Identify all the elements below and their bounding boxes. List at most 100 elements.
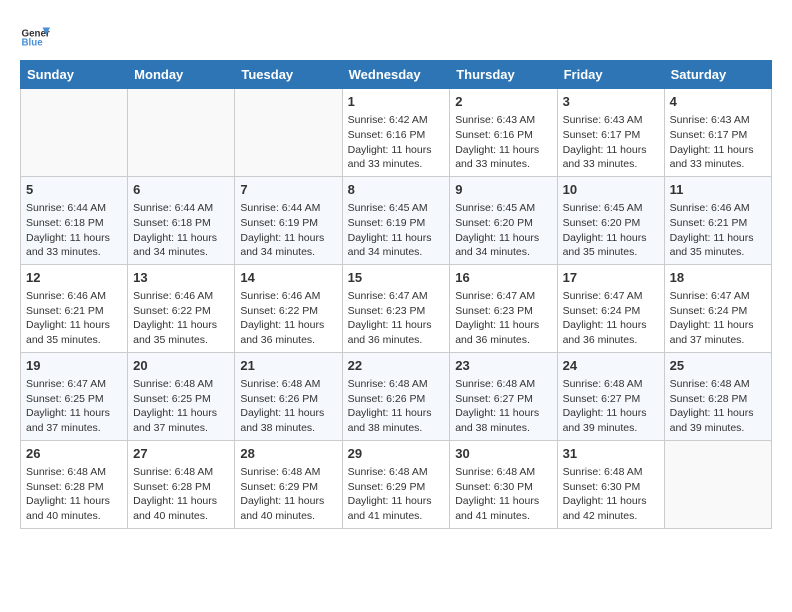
logo-icon: General Blue <box>20 20 50 50</box>
day-number: 19 <box>26 357 122 375</box>
day-info: Sunset: 6:19 PM <box>348 216 445 231</box>
day-number: 15 <box>348 269 445 287</box>
calendar-cell: 29Sunrise: 6:48 AMSunset: 6:29 PMDayligh… <box>342 440 450 528</box>
calendar-cell: 31Sunrise: 6:48 AMSunset: 6:30 PMDayligh… <box>557 440 664 528</box>
day-info: Sunrise: 6:48 AM <box>240 465 336 480</box>
day-number: 11 <box>670 181 766 199</box>
day-info: Sunset: 6:28 PM <box>670 392 766 407</box>
day-number: 25 <box>670 357 766 375</box>
day-number: 14 <box>240 269 336 287</box>
day-number: 18 <box>670 269 766 287</box>
calendar-week-row: 19Sunrise: 6:47 AMSunset: 6:25 PMDayligh… <box>21 352 772 440</box>
calendar-cell <box>128 89 235 177</box>
calendar-cell: 9Sunrise: 6:45 AMSunset: 6:20 PMDaylight… <box>450 176 557 264</box>
day-info: Daylight: 11 hours <box>670 231 766 246</box>
day-info: Sunrise: 6:47 AM <box>348 289 445 304</box>
day-info: Sunset: 6:25 PM <box>26 392 122 407</box>
day-number: 6 <box>133 181 229 199</box>
day-info: Daylight: 11 hours <box>133 406 229 421</box>
day-info: Sunset: 6:27 PM <box>563 392 659 407</box>
day-info: and 33 minutes. <box>348 157 445 172</box>
day-info: Daylight: 11 hours <box>670 318 766 333</box>
day-of-week-header: Sunday <box>21 61 128 89</box>
day-info: Daylight: 11 hours <box>240 494 336 509</box>
day-of-week-header: Tuesday <box>235 61 342 89</box>
day-info: Sunset: 6:24 PM <box>563 304 659 319</box>
day-number: 1 <box>348 93 445 111</box>
day-info: Sunset: 6:18 PM <box>26 216 122 231</box>
day-info: Sunset: 6:28 PM <box>26 480 122 495</box>
day-info: Daylight: 11 hours <box>670 406 766 421</box>
page-header: General Blue <box>20 20 772 50</box>
day-number: 24 <box>563 357 659 375</box>
day-info: and 34 minutes. <box>240 245 336 260</box>
day-info: and 39 minutes. <box>563 421 659 436</box>
day-info: Sunrise: 6:47 AM <box>563 289 659 304</box>
day-of-week-header: Wednesday <box>342 61 450 89</box>
day-info: Sunrise: 6:46 AM <box>670 201 766 216</box>
calendar-cell: 5Sunrise: 6:44 AMSunset: 6:18 PMDaylight… <box>21 176 128 264</box>
day-info: Daylight: 11 hours <box>133 231 229 246</box>
day-info: Sunset: 6:30 PM <box>563 480 659 495</box>
day-info: Daylight: 11 hours <box>26 231 122 246</box>
calendar-cell: 20Sunrise: 6:48 AMSunset: 6:25 PMDayligh… <box>128 352 235 440</box>
day-info: Sunrise: 6:48 AM <box>670 377 766 392</box>
day-info: Sunset: 6:23 PM <box>348 304 445 319</box>
day-info: Sunrise: 6:43 AM <box>455 113 551 128</box>
day-info: Sunset: 6:21 PM <box>26 304 122 319</box>
day-number: 31 <box>563 445 659 463</box>
day-number: 8 <box>348 181 445 199</box>
day-of-week-header: Saturday <box>664 61 771 89</box>
day-number: 22 <box>348 357 445 375</box>
day-info: and 41 minutes. <box>455 509 551 524</box>
day-info: Sunrise: 6:44 AM <box>240 201 336 216</box>
day-info: and 38 minutes. <box>240 421 336 436</box>
day-info: and 33 minutes. <box>26 245 122 260</box>
calendar-header-row: SundayMondayTuesdayWednesdayThursdayFrid… <box>21 61 772 89</box>
day-number: 9 <box>455 181 551 199</box>
day-info: Sunrise: 6:48 AM <box>348 465 445 480</box>
day-number: 4 <box>670 93 766 111</box>
day-number: 12 <box>26 269 122 287</box>
day-info: Sunrise: 6:46 AM <box>240 289 336 304</box>
day-info: and 35 minutes. <box>26 333 122 348</box>
calendar-cell: 21Sunrise: 6:48 AMSunset: 6:26 PMDayligh… <box>235 352 342 440</box>
logo: General Blue <box>20 20 56 50</box>
day-info: Daylight: 11 hours <box>133 494 229 509</box>
day-info: and 37 minutes. <box>670 333 766 348</box>
day-info: Sunset: 6:24 PM <box>670 304 766 319</box>
day-of-week-header: Monday <box>128 61 235 89</box>
day-info: and 34 minutes. <box>348 245 445 260</box>
day-info: Sunset: 6:22 PM <box>240 304 336 319</box>
day-info: Daylight: 11 hours <box>563 143 659 158</box>
day-info: Sunset: 6:26 PM <box>240 392 336 407</box>
day-info: Sunrise: 6:47 AM <box>455 289 551 304</box>
calendar-cell: 1Sunrise: 6:42 AMSunset: 6:16 PMDaylight… <box>342 89 450 177</box>
day-number: 10 <box>563 181 659 199</box>
day-info: Sunrise: 6:47 AM <box>670 289 766 304</box>
day-info: Sunrise: 6:48 AM <box>455 465 551 480</box>
day-info: and 40 minutes. <box>26 509 122 524</box>
calendar-cell: 26Sunrise: 6:48 AMSunset: 6:28 PMDayligh… <box>21 440 128 528</box>
day-number: 20 <box>133 357 229 375</box>
calendar-cell: 10Sunrise: 6:45 AMSunset: 6:20 PMDayligh… <box>557 176 664 264</box>
day-info: Sunset: 6:17 PM <box>670 128 766 143</box>
day-number: 3 <box>563 93 659 111</box>
day-info: Sunset: 6:29 PM <box>348 480 445 495</box>
day-number: 13 <box>133 269 229 287</box>
day-number: 21 <box>240 357 336 375</box>
day-info: Sunrise: 6:44 AM <box>133 201 229 216</box>
day-info: and 36 minutes. <box>240 333 336 348</box>
calendar-cell: 3Sunrise: 6:43 AMSunset: 6:17 PMDaylight… <box>557 89 664 177</box>
day-info: Sunrise: 6:46 AM <box>26 289 122 304</box>
day-info: Daylight: 11 hours <box>563 231 659 246</box>
day-info: Sunrise: 6:46 AM <box>133 289 229 304</box>
calendar-table: SundayMondayTuesdayWednesdayThursdayFrid… <box>20 60 772 529</box>
day-info: and 36 minutes. <box>348 333 445 348</box>
day-info: Sunrise: 6:48 AM <box>26 465 122 480</box>
day-info: and 33 minutes. <box>670 157 766 172</box>
day-info: and 41 minutes. <box>348 509 445 524</box>
day-info: and 36 minutes. <box>563 333 659 348</box>
day-info: Daylight: 11 hours <box>26 494 122 509</box>
day-info: Sunset: 6:21 PM <box>670 216 766 231</box>
